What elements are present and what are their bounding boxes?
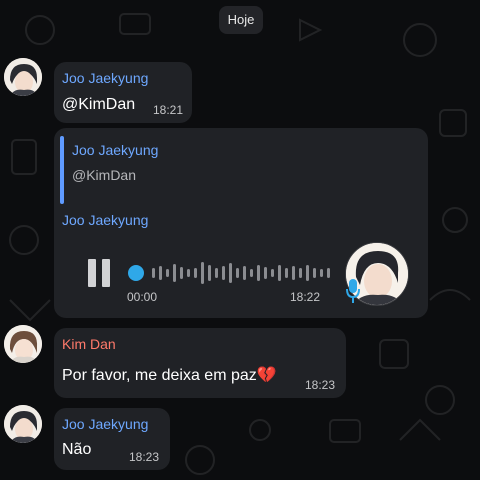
sender-name: Joo Jaekyung — [62, 70, 149, 86]
avatar-kim-dan[interactable] — [4, 325, 42, 363]
microphone-icon — [346, 279, 360, 303]
message-text: Não — [62, 441, 92, 458]
avatar-illustration-icon — [4, 58, 42, 96]
reply-sender-name[interactable]: Joo Jaekyung — [72, 142, 158, 158]
message-time: 18:23 — [305, 378, 336, 392]
sender-name: Joo Jaekyung — [62, 416, 149, 432]
sender-name: Joo Jaekyung — [62, 212, 149, 228]
message-time: 18:22 — [290, 290, 321, 304]
message-bubble[interactable]: Joo Jaekyung @KimDan 18:21 — [54, 62, 192, 123]
reply-text[interactable]: @KimDan — [72, 167, 136, 183]
avatar-joo-jaekyung[interactable] — [4, 405, 42, 443]
message-text: Por favor, me deixa em paz💔 — [62, 365, 277, 385]
sender-name: Kim Dan — [62, 336, 116, 352]
message-time: 18:23 — [129, 450, 160, 464]
pause-icon-bar — [102, 259, 110, 287]
message-text-content: Por favor, me deixa em paz — [62, 367, 257, 384]
message-bubble[interactable]: Joo Jaekyung Não 18:23 — [54, 408, 170, 470]
message-time: 18:21 — [153, 103, 184, 117]
avatar-illustration-icon — [4, 405, 42, 443]
broken-heart-emoji: 💔 — [256, 367, 277, 384]
voice-elapsed-time: 00:00 — [127, 290, 158, 304]
avatar-illustration-icon — [4, 325, 42, 363]
pause-button[interactable] — [88, 259, 112, 287]
reply-quote-bar — [60, 136, 64, 204]
message-bubble[interactable]: Kim Dan Por favor, me deixa em paz💔 18:2… — [54, 328, 346, 398]
pause-icon — [88, 259, 96, 287]
voice-waveform[interactable] — [126, 256, 336, 290]
avatar-joo-jaekyung[interactable] — [4, 58, 42, 96]
message-text: @KimDan — [62, 96, 136, 113]
date-separator-chip: Hoje — [219, 6, 263, 34]
playback-scrubber[interactable] — [128, 265, 144, 281]
